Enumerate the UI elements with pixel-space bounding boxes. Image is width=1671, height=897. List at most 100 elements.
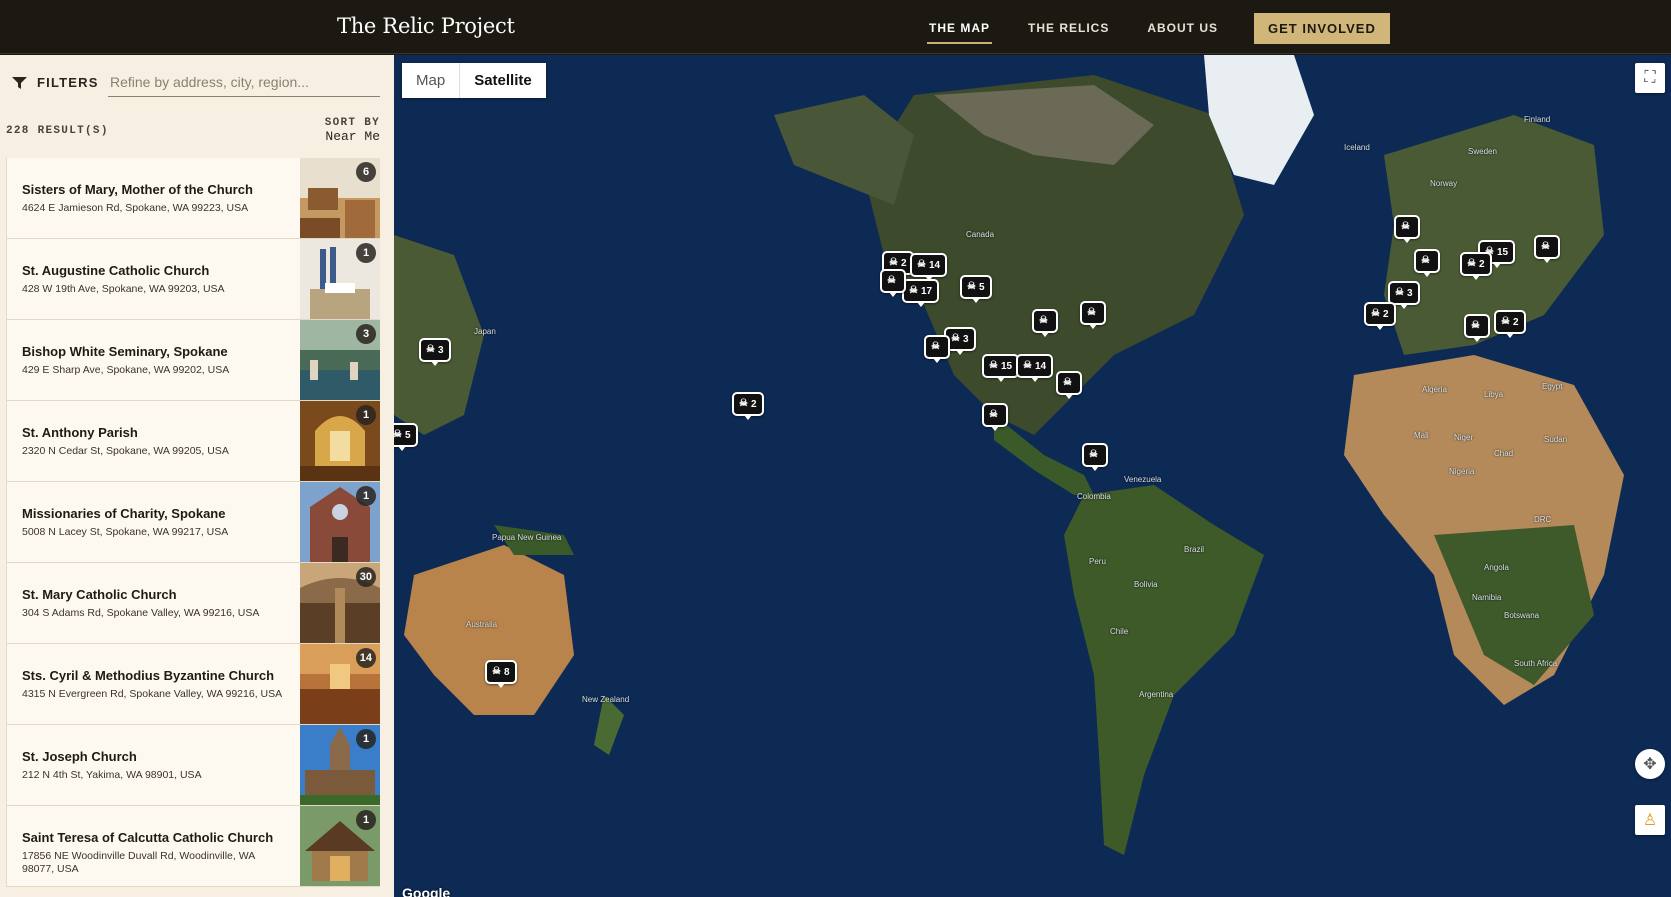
label-papua-new-guinea: Papua New Guinea <box>492 533 562 542</box>
label-finland: Finland <box>1524 115 1551 124</box>
relic-count-badge: 14 <box>355 648 376 668</box>
relic-marker[interactable]: ☠ <box>1082 443 1108 471</box>
relic-marker[interactable]: ☠ 14 <box>1016 354 1054 382</box>
nav-about-us[interactable]: ABOUT US <box>1145 12 1220 44</box>
relic-count-badge: 1 <box>356 486 376 506</box>
result-card[interactable]: Sisters of Mary, Mother of the Church 46… <box>6 158 380 239</box>
relic-marker[interactable]: ☠ <box>1414 249 1440 277</box>
skull-crossbones-icon: ☠ <box>426 344 435 355</box>
relic-marker[interactable]: ☠ 15 <box>982 354 1020 382</box>
skull-crossbones-icon: ☠ <box>1421 255 1430 266</box>
brand-logo[interactable]: The Relic Project <box>337 14 515 38</box>
world-map[interactable]: Canada Japan Colombia Venezuela Peru Bra… <box>394 55 1671 897</box>
label-peru: Peru <box>1089 557 1106 566</box>
label-south-africa: South Africa <box>1514 659 1558 668</box>
result-card[interactable]: Sts. Cyril & Methodius Byzantine Church … <box>6 644 380 725</box>
result-card[interactable]: St. Mary Catholic Church 304 S Adams Rd,… <box>6 563 380 644</box>
skull-crossbones-icon: ☠ <box>909 285 918 296</box>
label-venezuela: Venezuela <box>1124 475 1162 484</box>
skull-crossbones-icon: ☠ <box>967 281 976 292</box>
label-canada: Canada <box>966 230 995 239</box>
relic-marker[interactable]: ☠ <box>880 269 906 297</box>
skull-crossbones-icon: ☠ <box>1471 320 1480 331</box>
relic-marker[interactable]: ☠ <box>1464 314 1490 342</box>
relic-count-badge: 6 <box>356 162 376 182</box>
pegman-icon[interactable]: ♙ <box>1635 805 1665 835</box>
result-thumbnail: 1 <box>300 401 380 481</box>
relic-marker[interactable]: ☠ 5 <box>394 423 418 451</box>
relic-count-badge: 1 <box>356 810 376 830</box>
relic-count-badge: 1 <box>356 243 376 263</box>
relic-marker[interactable]: ☠ 8 <box>485 660 517 688</box>
fullscreen-icon[interactable]: ⛶ <box>1635 63 1665 93</box>
relic-marker[interactable]: ☠ 2 <box>732 392 764 420</box>
result-name: St. Joseph Church <box>22 749 137 764</box>
main-nav: THE MAP THE RELICS ABOUT US GET INVOLVED <box>927 12 1390 44</box>
skull-crossbones-icon: ☠ <box>1395 287 1404 298</box>
camera-control-icon[interactable]: ✥ <box>1635 749 1665 779</box>
result-card[interactable]: St. Joseph Church 212 N 4th St, Yakima, … <box>6 725 380 806</box>
map-type-toggle: Map Satellite <box>402 63 546 98</box>
relic-marker[interactable]: ☠ 17 <box>902 279 940 307</box>
result-card[interactable]: Saint Teresa of Calcutta Catholic Church… <box>6 806 380 887</box>
label-brazil: Brazil <box>1184 545 1205 554</box>
sort-label: SORT BY <box>324 117 380 129</box>
nav-the-map[interactable]: THE MAP <box>927 12 992 44</box>
skull-crossbones-icon: ☠ <box>1089 449 1098 460</box>
nav-the-relics[interactable]: THE RELICS <box>1026 12 1111 44</box>
relic-marker[interactable]: ☠ <box>1032 309 1058 337</box>
result-thumbnail: 1 <box>300 239 380 319</box>
relic-marker[interactable]: ☠ <box>924 335 950 363</box>
result-name: St. Mary Catholic Church <box>22 587 177 602</box>
label-argentina: Argentina <box>1139 690 1174 699</box>
skull-crossbones-icon: ☠ <box>1371 308 1380 319</box>
skull-crossbones-icon: ☠ <box>1467 258 1476 269</box>
relic-marker[interactable]: ☠ 3 <box>419 338 451 366</box>
results-count: 228 RESULT(S) <box>6 125 109 137</box>
skull-crossbones-icon: ☠ <box>1501 316 1510 327</box>
result-card[interactable]: St. Anthony Parish 2320 N Cedar St, Spok… <box>6 401 380 482</box>
relic-marker[interactable]: ☠ <box>982 403 1008 431</box>
relic-marker[interactable]: ☠ 2 <box>1364 302 1396 330</box>
label-norway: Norway <box>1430 179 1458 188</box>
relic-count-badge: 30 <box>355 567 376 587</box>
result-card[interactable]: Bishop White Seminary, Spokane 429 E Sha… <box>6 320 380 401</box>
relic-count-badge: 1 <box>356 729 376 749</box>
filters-toggle[interactable]: FILTERS <box>12 75 99 90</box>
label-japan: Japan <box>474 327 496 336</box>
result-address: 212 N 4th St, Yakima, WA 98901, USA <box>22 769 202 781</box>
result-name: Sisters of Mary, Mother of the Church <box>22 182 253 197</box>
location-search-input[interactable] <box>108 67 380 97</box>
sort-value[interactable]: Near Me <box>325 129 380 144</box>
sort-control[interactable]: SORT BY Near Me <box>325 117 380 144</box>
result-thumbnail: 6 <box>300 158 380 238</box>
label-libya: Libya <box>1484 390 1504 399</box>
filters-label: FILTERS <box>37 75 99 90</box>
relic-marker[interactable]: ☠ <box>1534 235 1560 263</box>
skull-crossbones-icon: ☠ <box>1401 221 1410 232</box>
result-thumbnail: 1 <box>300 482 380 562</box>
skull-crossbones-icon: ☠ <box>1541 241 1550 252</box>
skull-crossbones-icon: ☠ <box>989 409 998 420</box>
relic-marker[interactable]: ☠ <box>1080 301 1106 329</box>
map-type-map-button[interactable]: Map <box>402 63 461 98</box>
relic-marker[interactable]: ☠ <box>1056 371 1082 399</box>
result-card[interactable]: Missionaries of Charity, Spokane 5008 N … <box>6 482 380 563</box>
label-namibia: Namibia <box>1472 593 1502 602</box>
skull-crossbones-icon: ☠ <box>739 398 748 409</box>
relic-count-badge: 3 <box>356 324 376 344</box>
relic-marker[interactable]: ☠ 5 <box>960 275 992 303</box>
relic-marker[interactable]: ☠ 2 <box>1494 310 1526 338</box>
relic-marker[interactable]: ☠ <box>1394 215 1420 243</box>
skull-crossbones-icon: ☠ <box>887 275 896 286</box>
relic-marker[interactable]: ☠ 2 <box>1460 252 1492 280</box>
relic-marker[interactable]: ☠ 14 <box>910 253 948 281</box>
map-type-satellite-button[interactable]: Satellite <box>460 63 546 98</box>
get-involved-button[interactable]: GET INVOLVED <box>1254 12 1390 44</box>
relic-count-badge: 1 <box>356 405 376 425</box>
skull-crossbones-icon: ☠ <box>917 259 926 270</box>
result-name: St. Anthony Parish <box>22 425 138 440</box>
skull-crossbones-icon: ☠ <box>1023 360 1032 371</box>
result-card[interactable]: St. Augustine Catholic Church 428 W 19th… <box>6 239 380 320</box>
result-thumbnail: 1 <box>300 725 380 805</box>
